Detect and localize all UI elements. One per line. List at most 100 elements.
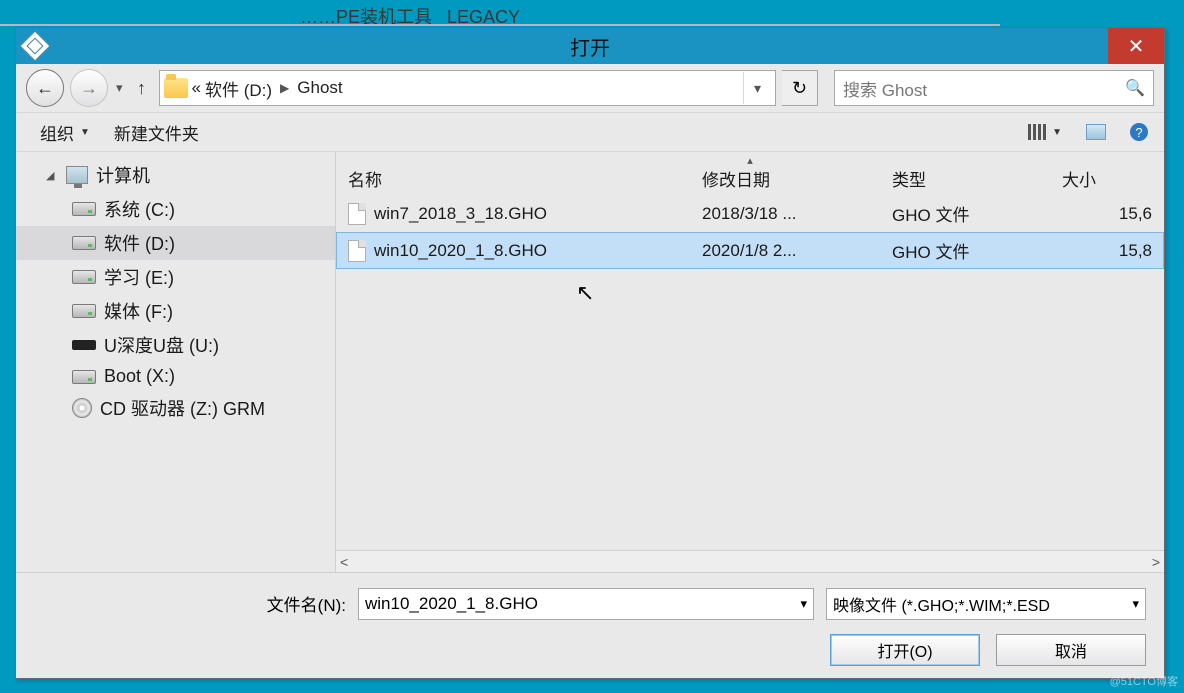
file-icon (348, 240, 366, 262)
tree-node-drive[interactable]: CD 驱动器 (Z:) GRM (16, 391, 335, 425)
help-button[interactable]: ? (1130, 123, 1148, 141)
filename-row: 文件名(N): win10_2020_1_8.GHO ▾ 映像文件 (*.GHO… (16, 572, 1164, 634)
search-placeholder: 搜索 Ghost (843, 76, 927, 101)
back-button[interactable]: ← (26, 69, 64, 107)
preview-icon (1086, 124, 1106, 140)
close-button[interactable]: ✕ (1108, 28, 1164, 64)
tree-node-drive[interactable]: 媒体 (F:) (16, 294, 335, 328)
arrow-up-icon: ↑ (137, 78, 146, 99)
new-folder-button[interactable]: 新建文件夹 (114, 120, 199, 145)
file-name: win10_2020_1_8.GHO (374, 241, 547, 261)
dialog-buttons: 打开(O) 取消 (16, 634, 1164, 678)
filetype-dropdown[interactable]: 映像文件 (*.GHO;*.WIM;*.ESD ▾ (826, 588, 1146, 620)
file-list: ▴ 名称 修改日期 类型 大小 win7_2018_3_18.GHO 2018/3… (336, 152, 1164, 572)
breadcrumb-seg-1[interactable]: 软件 (D:) (205, 76, 272, 101)
list-view-icon (1028, 124, 1046, 140)
arrow-left-icon: ← (36, 78, 54, 99)
file-size: 15,8 (1062, 241, 1152, 261)
filename-label: 文件名(N): (16, 591, 346, 616)
breadcrumb-dropdown[interactable]: ▾ (743, 72, 771, 104)
tree-label: CD 驱动器 (Z:) GRM (100, 395, 265, 421)
dialog-title: 打开 (570, 32, 610, 61)
refresh-button[interactable]: ↻ (782, 70, 818, 106)
tree-label: 学习 (E:) (104, 264, 174, 290)
tree-label: 系统 (C:) (104, 196, 175, 222)
history-dropdown[interactable]: ▾ (114, 80, 125, 96)
file-size: 15,6 (1062, 204, 1152, 224)
cd-icon (72, 398, 92, 418)
column-name[interactable]: 名称 (348, 166, 702, 191)
tree-label: Boot (X:) (104, 366, 175, 387)
forward-button[interactable]: → (70, 69, 108, 107)
tree-node-computer[interactable]: ◢ 计算机 (16, 158, 335, 192)
column-headers[interactable]: 名称 修改日期 类型 大小 (336, 162, 1164, 195)
navigation-row: ← → ▾ ↑ « 软件 (D:) ▶ Ghost ▾ ↻ 搜索 Ghost 🔍 (16, 64, 1164, 112)
file-date: 2020/1/8 2... (702, 241, 892, 261)
file-rows[interactable]: win7_2018_3_18.GHO 2018/3/18 ...GHO 文件15,… (336, 195, 1164, 550)
titlebar: 打开 ✕ (16, 28, 1164, 64)
drive-icon (72, 370, 96, 384)
scroll-left-icon[interactable]: < (340, 554, 348, 570)
dialog-body: ◢ 计算机 系统 (C:) 软件 (D:) 学习 (E:) 媒体 (F:) U深度U盘 … (16, 152, 1164, 572)
computer-icon (66, 166, 88, 184)
search-icon: 🔍 (1125, 78, 1145, 98)
search-input[interactable]: 搜索 Ghost 🔍 (834, 70, 1154, 106)
sort-indicator-icon: ▴ (336, 152, 1164, 162)
folder-icon (164, 78, 188, 98)
navigation-tree[interactable]: ◢ 计算机 系统 (C:) 软件 (D:) 学习 (E:) 媒体 (F:) U深度U盘 … (16, 152, 336, 572)
chevron-down-icon: ▼ (1052, 127, 1062, 138)
toolbar: 组织 ▼ 新建文件夹 ▼ ? (16, 112, 1164, 152)
filename-value: win10_2020_1_8.GHO (365, 594, 538, 614)
file-type: GHO 文件 (892, 238, 1062, 263)
filename-input[interactable]: win10_2020_1_8.GHO ▾ (358, 588, 814, 620)
tree-label: 软件 (D:) (104, 230, 175, 256)
arrow-right-icon: → (80, 78, 98, 99)
chevron-down-icon: ▾ (1132, 596, 1139, 612)
tree-node-drive[interactable]: 系统 (C:) (16, 192, 335, 226)
chevron-down-icon: ▼ (80, 127, 90, 138)
drive-icon (72, 270, 96, 284)
preview-pane-button[interactable] (1086, 124, 1106, 140)
file-type: GHO 文件 (892, 201, 1062, 226)
organize-button[interactable]: 组织 ▼ (40, 120, 90, 145)
tree-label: U深度U盘 (U:) (104, 332, 219, 358)
tree-node-drive[interactable]: Boot (X:) (16, 362, 335, 391)
tree-label: 媒体 (F:) (104, 298, 173, 324)
close-icon: ✕ (1128, 34, 1145, 59)
view-mode-button[interactable]: ▼ (1028, 124, 1062, 140)
usb-icon (72, 340, 96, 350)
column-type[interactable]: 类型 (892, 166, 1062, 191)
breadcrumb-prefix: « (192, 78, 201, 98)
background-window-border (0, 24, 1000, 26)
tree-node-drive[interactable]: 学习 (E:) (16, 260, 335, 294)
column-size[interactable]: 大小 (1062, 166, 1152, 191)
horizontal-scrollbar[interactable]: < > (336, 550, 1164, 572)
help-icon: ? (1130, 123, 1148, 141)
app-icon (19, 30, 50, 61)
open-button[interactable]: 打开(O) (830, 634, 980, 666)
chevron-down-icon[interactable]: ▾ (800, 596, 807, 612)
file-row[interactable]: win10_2020_1_8.GHO 2020/1/8 2...GHO 文件15,… (336, 232, 1164, 269)
cancel-button[interactable]: 取消 (996, 634, 1146, 666)
tree-node-drive[interactable]: U深度U盘 (U:) (16, 328, 335, 362)
up-button[interactable]: ↑ (131, 77, 153, 99)
open-file-dialog: 打开 ✕ ← → ▾ ↑ « 软件 (D:) ▶ Ghost ▾ ↻ 搜索 Gh… (15, 27, 1165, 679)
scroll-right-icon[interactable]: > (1152, 554, 1160, 570)
file-name: win7_2018_3_18.GHO (374, 204, 547, 224)
drive-icon (72, 304, 96, 318)
tree-node-drive[interactable]: 软件 (D:) (16, 226, 335, 260)
breadcrumb-seg-2[interactable]: Ghost (297, 78, 342, 98)
column-date[interactable]: 修改日期 (702, 166, 892, 191)
refresh-icon: ↻ (792, 78, 807, 99)
file-date: 2018/3/18 ... (702, 204, 892, 224)
watermark: @51CTO博客 (1110, 673, 1178, 689)
new-folder-label: 新建文件夹 (114, 120, 199, 145)
filetype-value: 映像文件 (*.GHO;*.WIM;*.ESD (833, 592, 1050, 616)
organize-label: 组织 (40, 120, 74, 145)
file-row[interactable]: win7_2018_3_18.GHO 2018/3/18 ...GHO 文件15,… (336, 195, 1164, 232)
breadcrumb[interactable]: « 软件 (D:) ▶ Ghost ▾ (159, 70, 776, 106)
drive-icon (72, 202, 96, 216)
tree-caret-icon[interactable]: ◢ (46, 169, 58, 182)
file-icon (348, 203, 366, 225)
chevron-right-icon: ▶ (276, 81, 293, 95)
